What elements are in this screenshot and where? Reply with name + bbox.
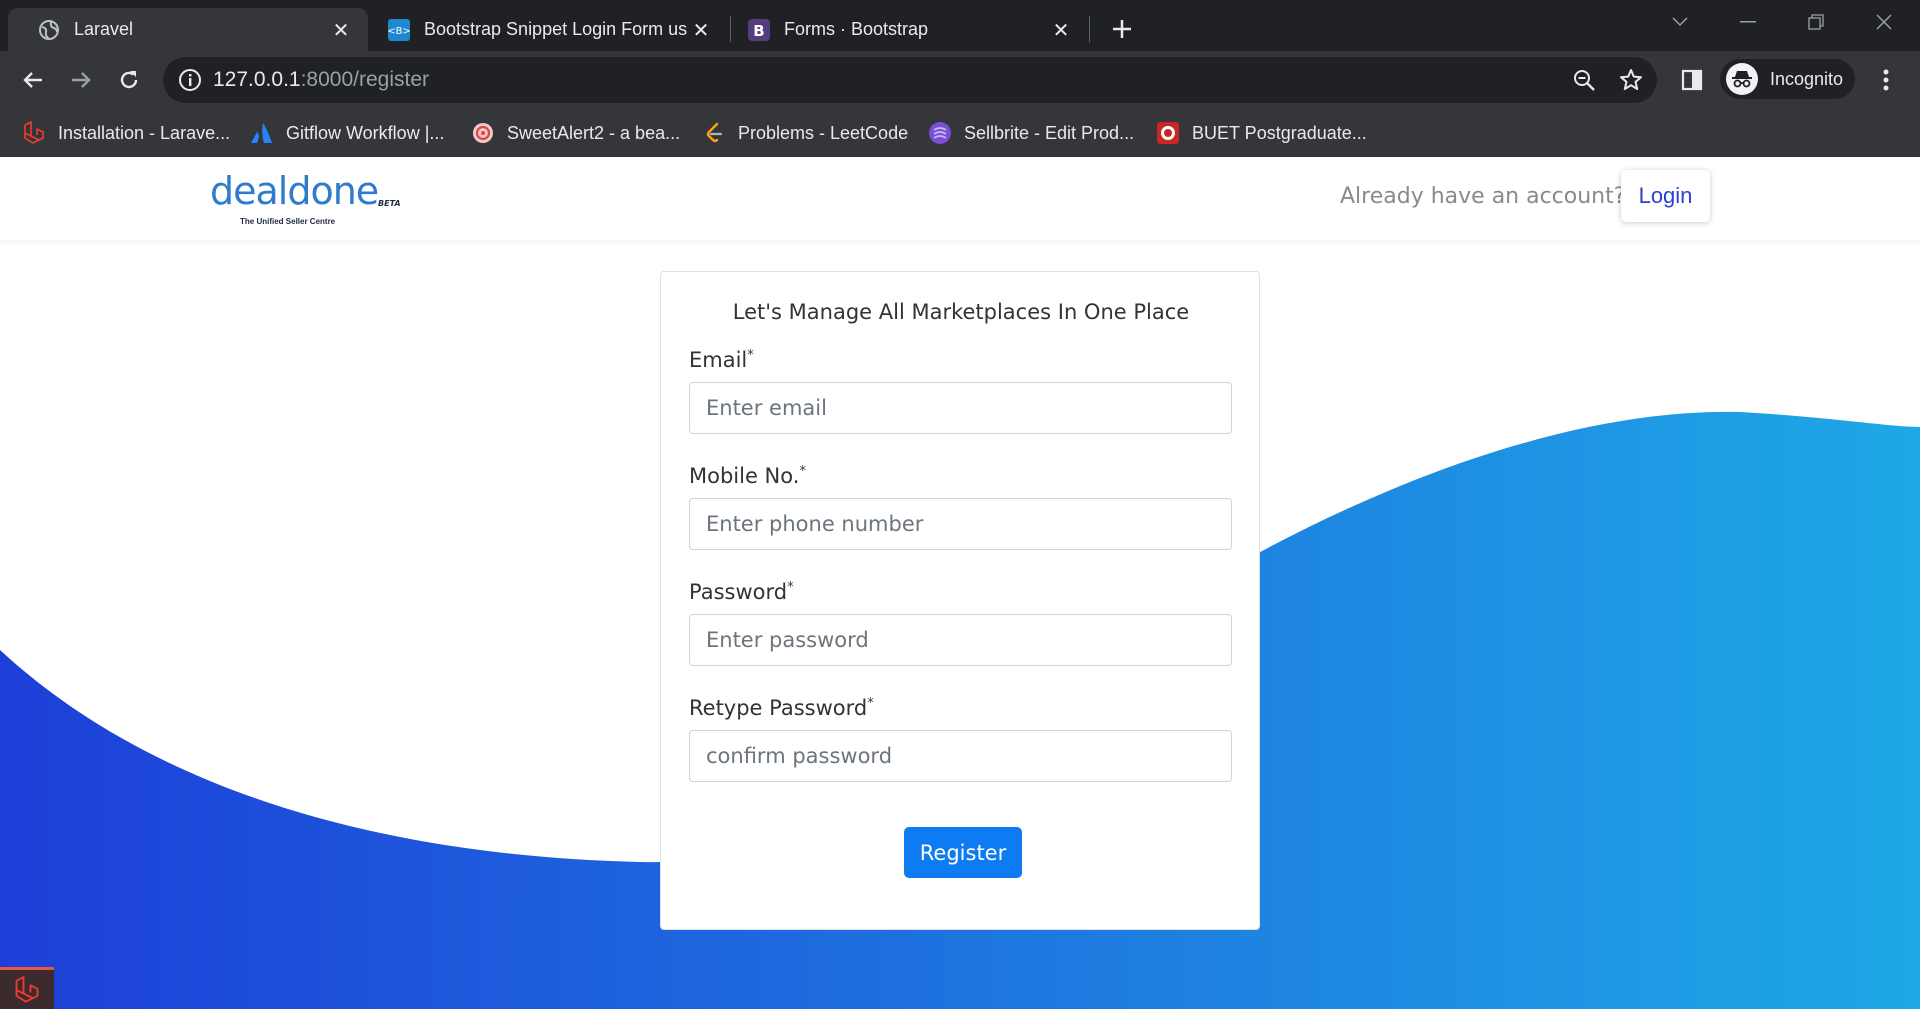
required-mark: * <box>867 696 874 711</box>
bookmark-laravel[interactable]: Installation - Larave... <box>22 120 230 146</box>
required-mark: * <box>799 464 806 479</box>
close-icon <box>1876 14 1892 30</box>
bookmark-leetcode[interactable]: Problems - LeetCode <box>702 120 908 146</box>
bookmark-title: Problems - LeetCode <box>738 122 909 143</box>
restore-icon <box>1808 14 1824 30</box>
site-header: dealdone BETA The Unified Seller Centre … <box>0 157 1920 240</box>
bootstrap-icon: B <box>748 18 770 41</box>
dealdone-logo[interactable]: dealdone BETA The Unified Seller Centre <box>210 169 410 229</box>
back-button[interactable] <box>13 60 53 100</box>
reload-icon <box>120 71 138 89</box>
leetcode-icon <box>702 121 726 145</box>
svg-text:<B>: <B> <box>388 26 410 37</box>
more-vert-icon <box>1883 69 1889 91</box>
tab-bootstrap-forms[interactable]: B Forms · Bootstrap ✕ <box>718 8 1088 51</box>
email-label-text: Email <box>689 348 748 372</box>
plus-icon <box>1113 20 1131 38</box>
tab-title: Bootstrap Snippet Login Form us <box>424 19 688 39</box>
buet-icon <box>1156 121 1180 145</box>
close-tab-icon[interactable]: ✕ <box>328 17 354 43</box>
bookmark-title: SweetAlert2 - a bea... <box>507 122 681 143</box>
web-page: dealdone BETA The Unified Seller Centre … <box>0 157 1920 1009</box>
sellbrite-icon <box>928 121 952 145</box>
confirm-password-field[interactable] <box>689 730 1232 782</box>
email-label: Email* <box>689 348 754 372</box>
incognito-icon <box>1726 63 1758 95</box>
laravel-icon <box>15 975 39 1003</box>
password-field[interactable] <box>689 614 1232 666</box>
url-host: 127.0.0.1 <box>213 68 301 91</box>
form-title: Let's Manage All Marketplaces In One Pla… <box>732 300 1190 324</box>
logo-tagline: The Unified Seller Centre <box>240 217 336 226</box>
incognito-badge[interactable]: Incognito <box>1720 59 1856 99</box>
tab-search-button[interactable] <box>1646 0 1714 44</box>
mobile-label: Mobile No.* <box>689 464 806 488</box>
retype-password-label: Retype Password* <box>689 696 874 720</box>
close-tab-icon[interactable]: ✕ <box>1048 17 1074 43</box>
tab-strip: Laravel ✕ <B> Bootstrap Snippet Login Fo… <box>0 0 1920 51</box>
atlassian-icon <box>250 121 274 145</box>
url-path: :8000/register <box>300 68 430 91</box>
url-text: 127.0.0.1:8000/register <box>213 68 429 92</box>
tab-bootsnipp[interactable]: <B> Bootstrap Snippet Login Form us ✕ <box>358 8 728 51</box>
reload-button[interactable] <box>109 60 149 100</box>
laravel-debug-badge[interactable] <box>0 967 54 1009</box>
register-card: Let's Manage All Marketplaces In One Pla… <box>660 271 1260 930</box>
laravel-icon <box>22 121 46 145</box>
bookmark-gitflow[interactable]: Gitflow Workflow |... <box>250 120 444 146</box>
mobile-label-text: Mobile No. <box>689 464 800 488</box>
sweetalert-icon <box>471 121 495 145</box>
arrow-left-icon <box>23 72 42 88</box>
bookmark-title: Installation - Larave... <box>58 122 231 143</box>
account-prompt: Already have an account? <box>1340 184 1626 209</box>
bookmark-buet[interactable]: BUET Postgraduate... <box>1156 120 1367 146</box>
new-tab-button[interactable] <box>1104 11 1140 47</box>
bookmark-sweetalert[interactable]: SweetAlert2 - a bea... <box>471 120 680 146</box>
bookmark-title: Sellbrite - Edit Prod... <box>964 122 1135 143</box>
bookmark-star-icon[interactable] <box>1618 67 1644 93</box>
password-label-text: Password <box>689 580 788 604</box>
required-mark: * <box>787 580 794 595</box>
login-button[interactable]: Login <box>1621 170 1710 222</box>
side-panel-icon <box>1681 69 1703 91</box>
incognito-label: Incognito <box>1770 68 1844 89</box>
chevron-down-icon <box>1672 17 1688 27</box>
side-panel-button[interactable] <box>1672 60 1712 100</box>
tab-separator <box>1089 16 1090 42</box>
restore-button[interactable] <box>1782 0 1850 44</box>
retype-password-label-text: Retype Password <box>689 696 868 720</box>
address-bar[interactable]: 127.0.0.1:8000/register <box>163 57 1657 103</box>
bootsnipp-icon: <B> <box>388 18 410 41</box>
password-label: Password* <box>689 580 794 604</box>
bookmarks-bar: Installation - Larave... Gitflow Workflo… <box>0 110 1920 157</box>
phone-field[interactable] <box>689 498 1232 550</box>
arrow-right-icon <box>72 72 91 88</box>
bookmark-title: Gitflow Workflow |... <box>286 122 445 143</box>
tab-title: Forms · Bootstrap <box>784 19 929 39</box>
bookmark-title: BUET Postgraduate... <box>1192 122 1367 143</box>
bookmark-sellbrite[interactable]: Sellbrite - Edit Prod... <box>928 120 1134 146</box>
browser-toolbar: 127.0.0.1:8000/register Incognito Instal… <box>0 51 1920 157</box>
tab-title: Laravel <box>74 19 134 39</box>
register-button[interactable]: Register <box>904 827 1022 878</box>
logo-beta-badge: BETA <box>378 199 401 208</box>
email-field[interactable] <box>689 382 1232 434</box>
globe-icon <box>38 19 60 41</box>
minimize-button[interactable] <box>1714 0 1782 44</box>
menu-button[interactable] <box>1866 60 1906 100</box>
close-tab-icon[interactable]: ✕ <box>688 17 714 43</box>
logo-wordmark: dealdone <box>210 169 379 213</box>
site-info-icon[interactable] <box>177 67 203 93</box>
minimize-icon <box>1740 21 1756 23</box>
close-window-button[interactable] <box>1850 0 1918 44</box>
tab-laravel[interactable]: Laravel ✕ <box>8 8 368 51</box>
forward-button[interactable] <box>61 60 101 100</box>
zoom-icon[interactable] <box>1571 67 1597 93</box>
svg-text:B: B <box>753 22 764 40</box>
required-mark: * <box>747 348 754 363</box>
